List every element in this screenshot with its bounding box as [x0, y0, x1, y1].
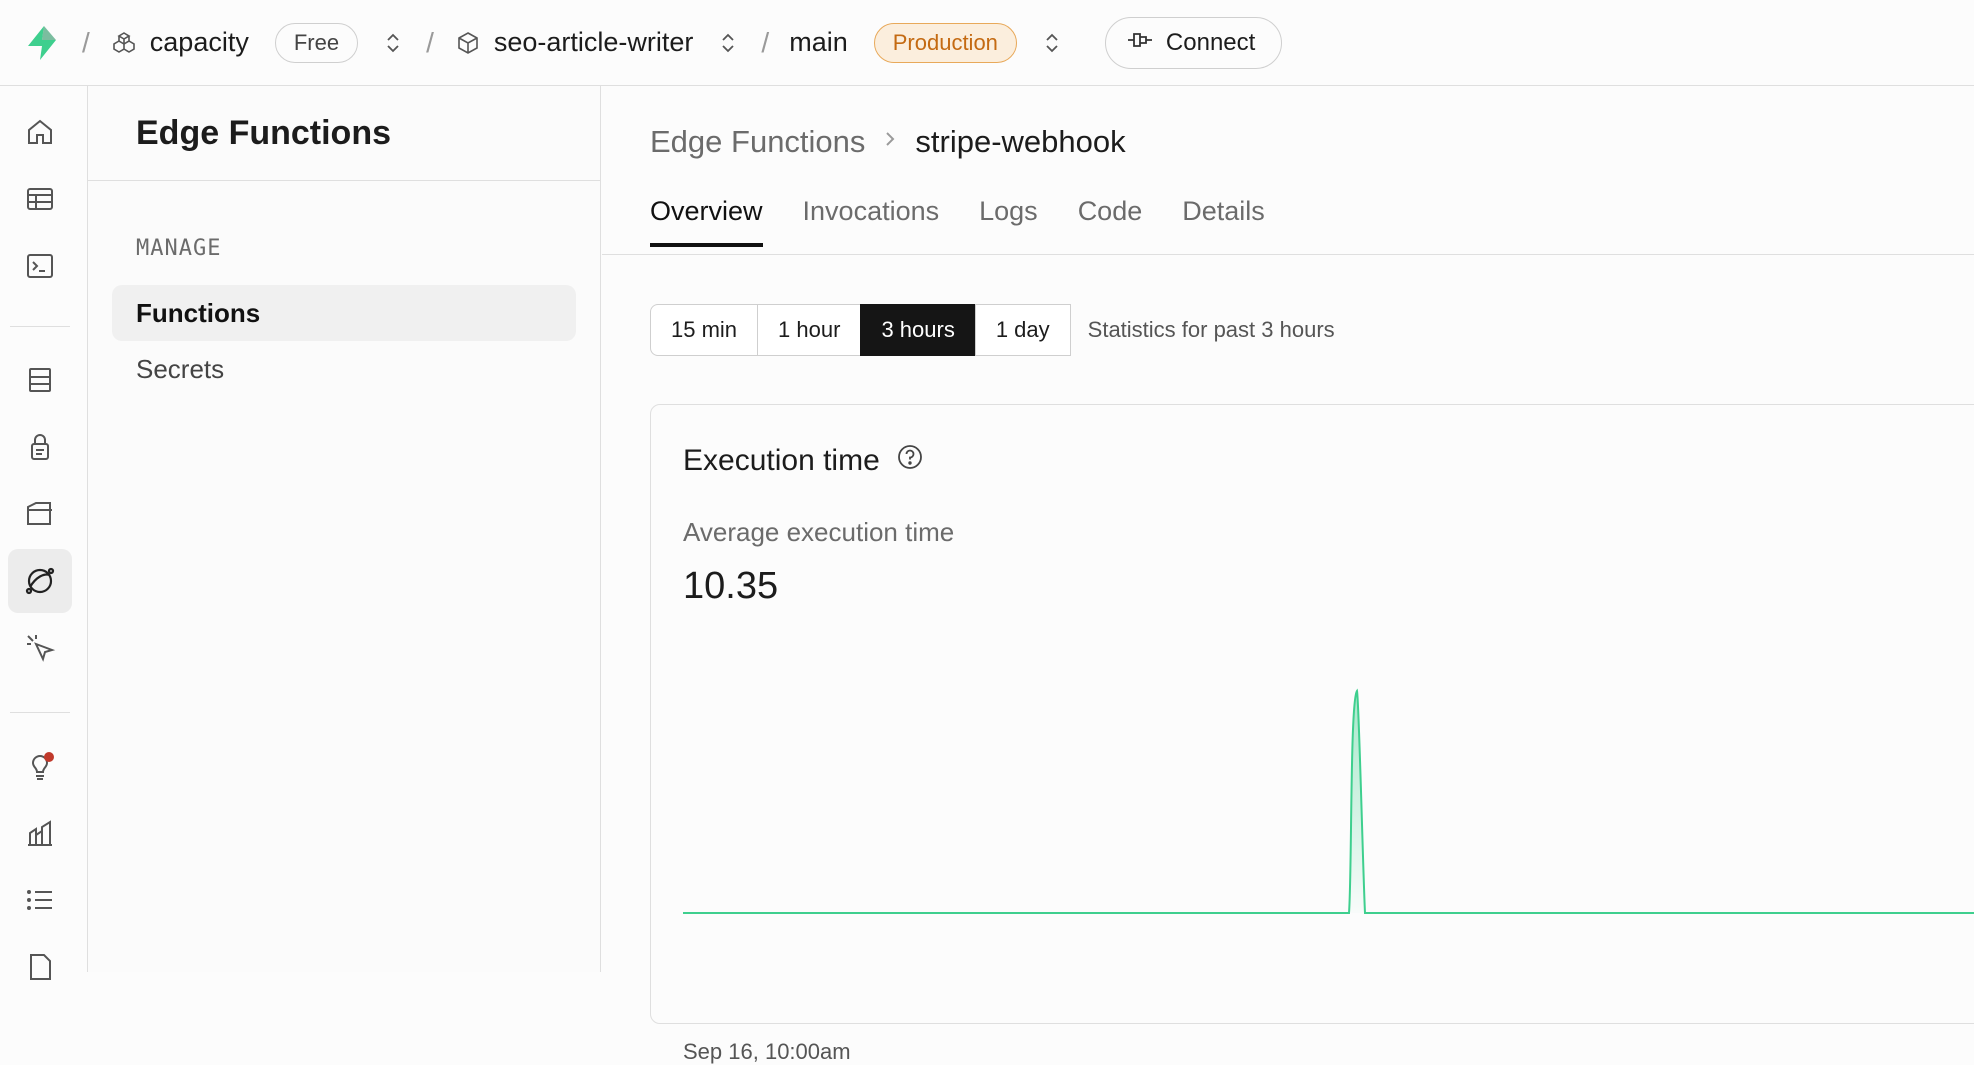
- plug-icon: [1126, 29, 1154, 57]
- reports-chart-icon[interactable]: [8, 801, 72, 865]
- cubes-icon: [110, 29, 138, 57]
- range-3-hours-button[interactable]: 3 hours: [860, 304, 976, 356]
- sql-editor-icon[interactable]: [8, 234, 72, 298]
- breadcrumb-parent-link[interactable]: Edge Functions: [650, 124, 865, 160]
- sidebar-section-manage: MANAGE: [136, 236, 222, 261]
- plan-badge: Free: [274, 22, 359, 63]
- card-subtitle: Average execution time: [683, 517, 955, 547]
- breadcrumb: Edge Functions stripe-webhook: [650, 124, 1126, 160]
- range-1-day-button[interactable]: 1 day: [974, 304, 1071, 356]
- storage-folder-icon[interactable]: [8, 482, 72, 546]
- series-line: [683, 688, 1974, 914]
- main-content: Edge Functions stripe-webhook Overview I…: [602, 86, 1974, 1064]
- project-name: seo-article-writer: [493, 27, 694, 57]
- environment-badge: Production: [873, 22, 1017, 63]
- home-icon[interactable]: [8, 100, 72, 164]
- org-switch-chevron-icon[interactable]: [380, 27, 406, 59]
- realtime-cursor-icon[interactable]: [8, 616, 72, 680]
- branch-name: main: [789, 27, 848, 57]
- connect-label: Connect: [1165, 28, 1256, 56]
- tab-details[interactable]: Details: [1182, 196, 1265, 247]
- project-switch-chevron-icon[interactable]: [715, 27, 741, 59]
- api-docs-icon[interactable]: [8, 935, 72, 999]
- org-name: capacity: [149, 27, 249, 57]
- range-15-min-button[interactable]: 15 min: [650, 304, 759, 356]
- series-area: [683, 691, 1974, 913]
- card-title: Execution time: [683, 443, 924, 479]
- execution-time-chart[interactable]: [683, 635, 1974, 1035]
- rail-divider: [10, 712, 70, 713]
- execution-time-card: Execution time Average execution time 10…: [650, 404, 1974, 1064]
- function-tabs: Overview Invocations Logs Code Details: [650, 196, 1265, 247]
- tabs-divider: [602, 254, 1974, 255]
- breadcrumb-separator: /: [426, 26, 434, 58]
- branch-switch-chevron-icon[interactable]: [1039, 27, 1065, 59]
- breadcrumb-separator: /: [82, 26, 90, 58]
- top-bar: / capacity Free / seo-article-writer / m…: [0, 0, 1974, 86]
- edge-functions-sidebar: Edge Functions MANAGE Functions Secrets: [88, 86, 601, 972]
- tab-code[interactable]: Code: [1078, 196, 1143, 247]
- breadcrumb-separator: /: [761, 26, 770, 58]
- branch-selector[interactable]: main Production: [789, 22, 1017, 63]
- rail-divider: [10, 326, 70, 327]
- sidebar-item-secrets[interactable]: Secrets: [112, 341, 576, 397]
- icon-rail: [0, 86, 88, 980]
- help-circle-icon[interactable]: [896, 443, 924, 479]
- time-range-selector: 15 min 1 hour 3 hours 1 day Statistics f…: [650, 304, 1335, 356]
- breadcrumb-current: stripe-webhook: [915, 124, 1126, 159]
- tab-overview[interactable]: Overview: [650, 196, 763, 247]
- org-selector[interactable]: capacity Free: [110, 22, 359, 63]
- auth-lock-icon[interactable]: [8, 415, 72, 479]
- range-status-text: Statistics for past 3 hours: [1087, 317, 1335, 342]
- tab-invocations[interactable]: Invocations: [803, 196, 940, 247]
- connect-button[interactable]: Connect: [1104, 16, 1283, 69]
- box-icon: [454, 29, 482, 57]
- sidebar-divider: [88, 180, 601, 181]
- card-title-text: Execution time: [683, 444, 880, 477]
- table-editor-icon[interactable]: [8, 167, 72, 231]
- range-1-hour-button[interactable]: 1 hour: [757, 304, 862, 356]
- edge-functions-icon[interactable]: [8, 549, 72, 613]
- supabase-logo-icon[interactable]: [22, 23, 62, 63]
- sidebar-title: Edge Functions: [136, 114, 391, 152]
- project-selector[interactable]: seo-article-writer: [454, 27, 694, 58]
- tab-logs[interactable]: Logs: [979, 196, 1038, 247]
- database-icon[interactable]: [8, 348, 72, 412]
- average-execution-value: 10.35: [683, 565, 779, 607]
- sidebar-item-functions[interactable]: Functions: [112, 285, 576, 341]
- x-axis-tick-label: Sep 16, 10:00am: [683, 1039, 851, 1064]
- advisors-lightbulb-icon[interactable]: [8, 734, 72, 798]
- logs-list-icon[interactable]: [8, 868, 72, 932]
- chevron-right-icon: [883, 128, 897, 156]
